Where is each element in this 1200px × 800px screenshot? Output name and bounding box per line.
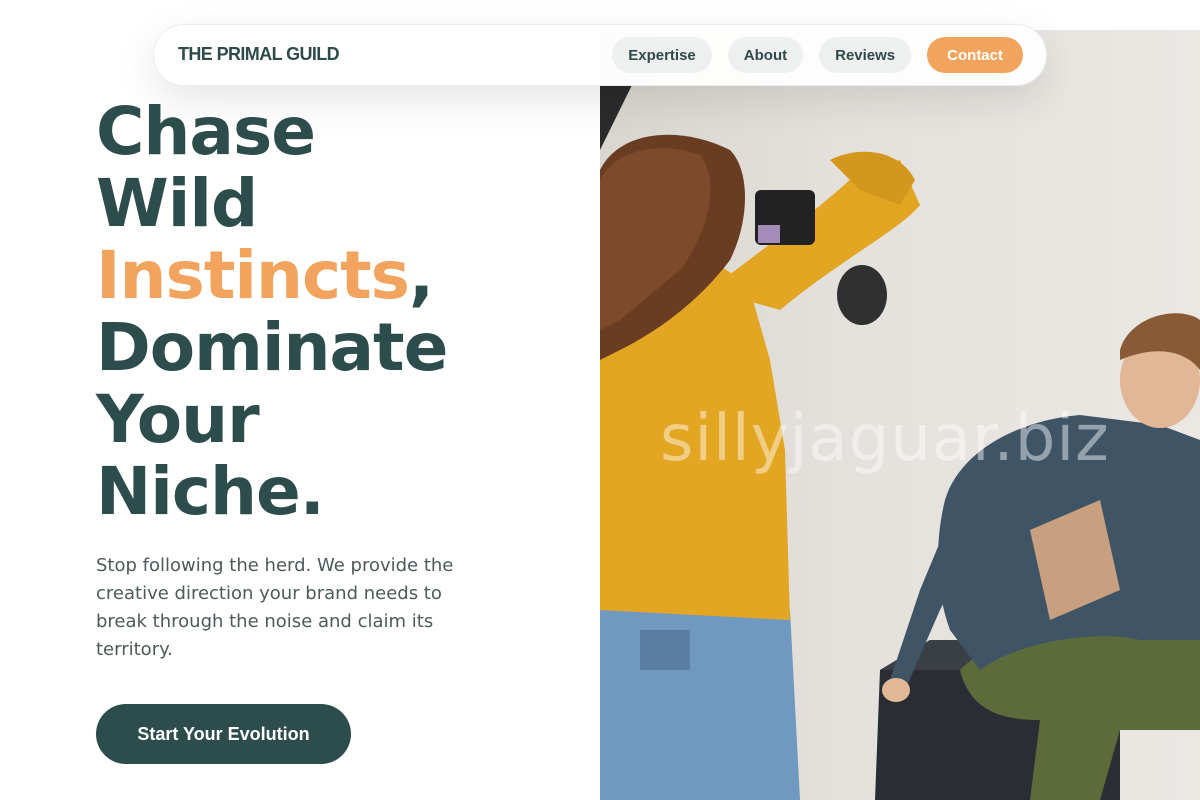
headline-accent-word: Instincts	[96, 237, 410, 314]
nav-link-reviews[interactable]: Reviews	[819, 37, 912, 73]
hero-photo: sillyjaguar.biz	[600, 30, 1200, 800]
brand-logo[interactable]: THE PRIMAL GUILD	[178, 44, 340, 65]
start-evolution-button[interactable]: Start Your Evolution	[96, 704, 351, 764]
headline-comma: ,	[408, 237, 434, 314]
headline-line-4: Dominate	[96, 309, 448, 386]
contact-button[interactable]: Contact	[927, 37, 1023, 73]
headline-line-1: Chase	[96, 93, 316, 170]
hero-description: Stop following the herd. We provide the …	[96, 555, 454, 660]
nav-link-about[interactable]: About	[727, 37, 804, 73]
headline-line-6: Niche.	[96, 453, 325, 530]
headline-line-5: Your	[96, 381, 260, 458]
watermark-text: sillyjaguar.biz	[660, 402, 1110, 476]
hero-headline: Chase Wild Instincts, Dominate Your Nich…	[96, 93, 448, 530]
nav-links: Expertise About Reviews Contact	[612, 37, 1023, 73]
headline-line-2: Wild	[96, 165, 258, 242]
top-navigation: THE PRIMAL GUILD Expertise About Reviews…	[153, 24, 1047, 86]
nav-link-expertise[interactable]: Expertise	[612, 37, 712, 73]
headline-line-3: Instincts,	[96, 240, 447, 312]
